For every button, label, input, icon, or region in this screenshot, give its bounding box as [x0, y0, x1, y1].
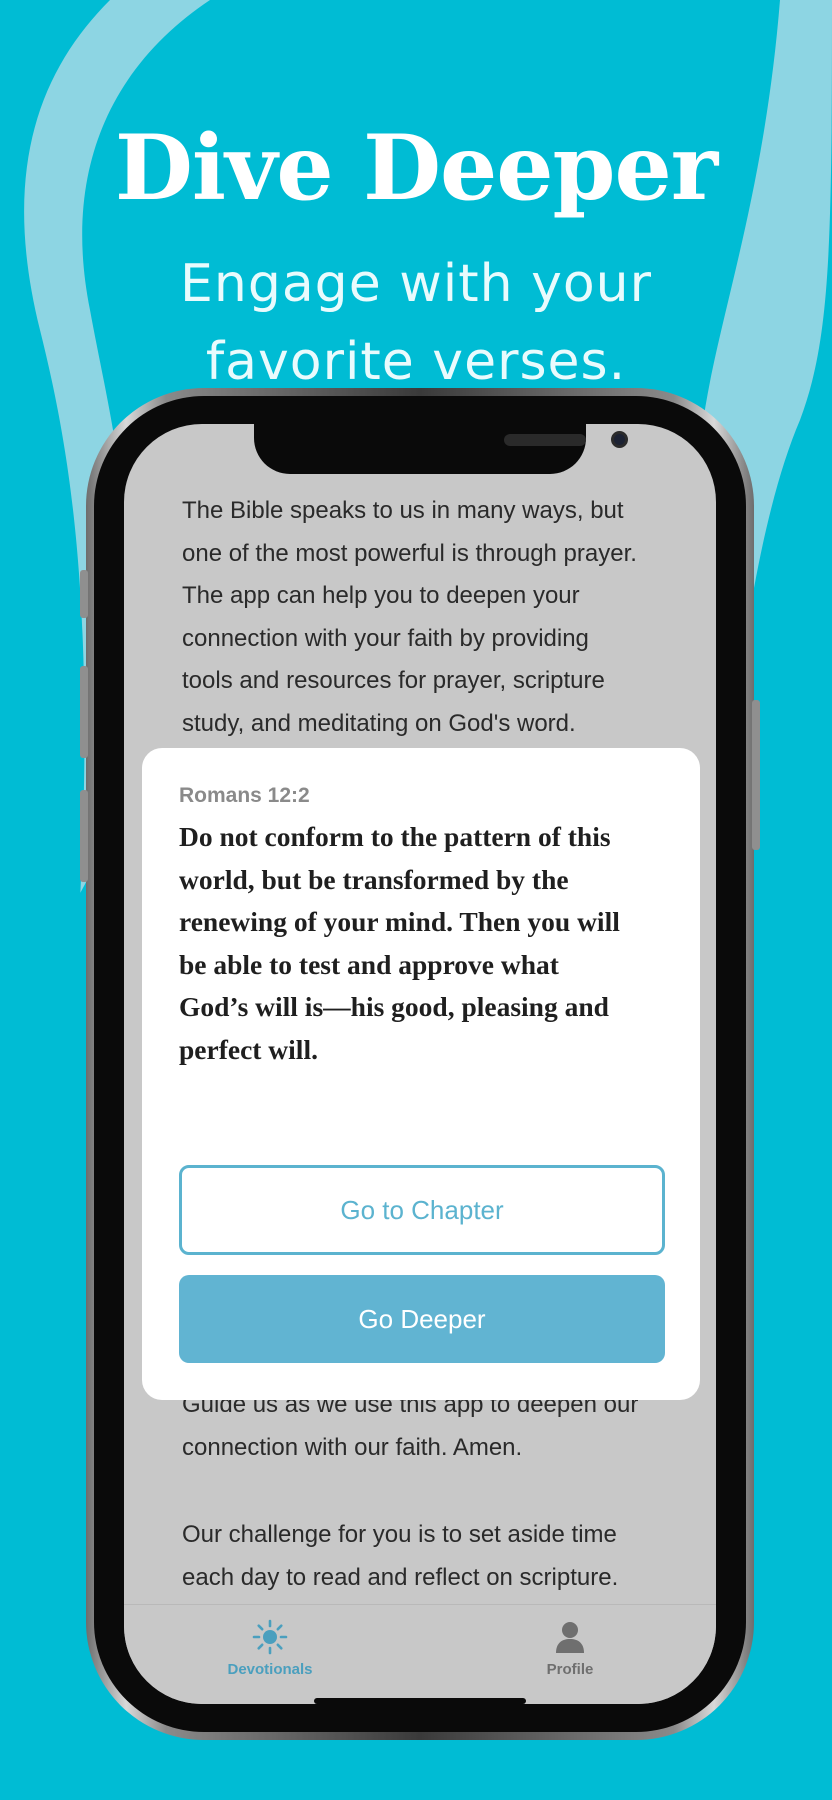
verse-text: Do not conform to the pattern of this wo…: [179, 816, 679, 1071]
text-line: connection with our faith. Amen.: [182, 1433, 523, 1461]
challenge-text: Our challenge for you is to set aside ti…: [182, 1514, 682, 1599]
tab-label: Profile: [546, 1661, 594, 1678]
text-line: connection with your faith by providing: [182, 624, 589, 652]
headline: Dive Deeper: [114, 115, 718, 221]
go-to-chapter-button[interactable]: Go to Chapter: [179, 1165, 665, 1255]
tab-bar: Devotionals Profile: [124, 1604, 716, 1704]
verse-card: Romans 12:2 Do not conform to the patter…: [142, 748, 700, 1400]
text-line: study, and meditating on God's word.: [182, 709, 576, 737]
verse-line: world, but be transformed by the: [179, 863, 569, 895]
phone-screen: The Bible speaks to us in many ways, but…: [124, 424, 716, 1704]
text-line: each day to read and reflect on scriptur…: [182, 1563, 619, 1591]
verse-line: perfect will.: [179, 1033, 318, 1065]
front-camera: [611, 431, 628, 448]
sun-icon: [252, 1619, 288, 1655]
tab-label: Devotionals: [227, 1661, 313, 1678]
text-line: one of the most powerful is through pray…: [182, 539, 637, 567]
person-icon: [556, 1622, 584, 1653]
home-indicator: [314, 1698, 526, 1704]
tab-devotionals[interactable]: Devotionals: [200, 1619, 340, 1678]
side-button: [80, 570, 88, 618]
power-button: [752, 700, 760, 850]
go-deeper-button[interactable]: Go Deeper: [179, 1275, 665, 1363]
speaker-grille: [504, 434, 586, 446]
verse-reference: Romans 12:2: [179, 784, 310, 807]
text-line: The app can help you to deepen your: [182, 582, 580, 609]
verse-line: renewing of your mind. Then you will: [179, 906, 620, 937]
volume-down-button: [80, 790, 88, 882]
text-line: The Bible speaks to us in many ways, but: [182, 497, 624, 524]
intro-text: The Bible speaks to us in many ways, but…: [182, 490, 682, 745]
text-line: Our challenge for you is to set aside ti…: [182, 1521, 617, 1548]
text-line: tools and resources for prayer, scriptur…: [182, 667, 605, 694]
verse-line: Do not conform to the pattern of this: [179, 821, 611, 852]
tab-profile[interactable]: Profile: [500, 1619, 640, 1678]
subheadline: Engage with your favorite verses.: [0, 240, 832, 406]
volume-up-button: [80, 666, 88, 758]
verse-line: be able to test and approve what: [179, 948, 559, 980]
verse-line: God’s will is—his good, pleasing and: [179, 991, 609, 1022]
subheadline-line: Engage with your: [180, 254, 652, 314]
notch: [254, 424, 628, 474]
